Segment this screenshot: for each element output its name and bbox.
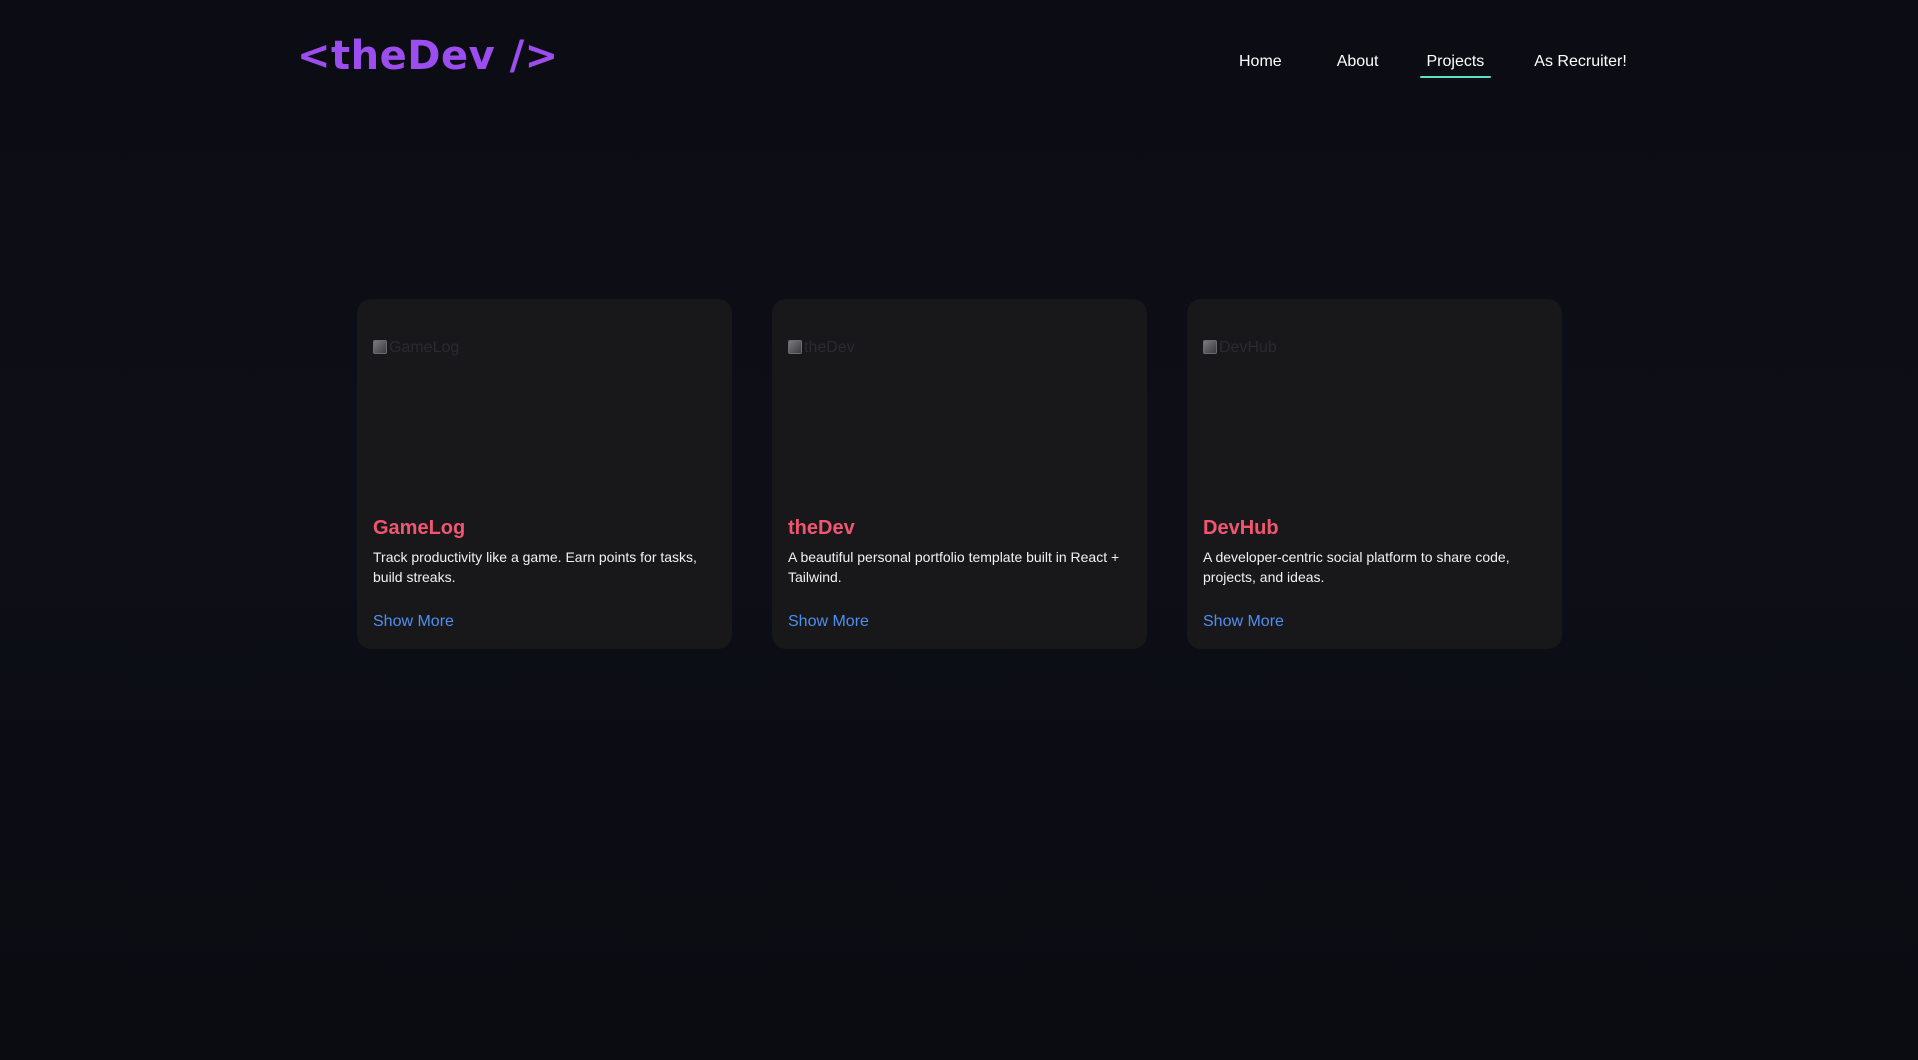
nav-home[interactable]: Home (1232, 50, 1289, 74)
project-description: Track productivity like a game. Earn poi… (373, 549, 697, 585)
project-card-devhub: DevHub DevHub A developer-centric social… (1187, 299, 1562, 649)
nav-about[interactable]: About (1330, 50, 1386, 74)
main-nav: Home About Projects As Recruiter! (1232, 50, 1634, 78)
project-image-alt: theDev (804, 339, 855, 356)
projects-grid: GameLog GameLog Track productivity like … (357, 299, 1562, 649)
project-image-alt: GameLog (389, 339, 460, 356)
site-header: <theDev /> Home About Projects As Recrui… (0, 0, 1918, 120)
nav-projects[interactable]: Projects (1419, 50, 1492, 78)
project-description: A beautiful personal portfolio template … (788, 549, 1120, 585)
project-title: DevHub (1203, 517, 1279, 539)
show-more-link[interactable]: Show More (788, 613, 869, 631)
project-image: DevHub (1203, 339, 1546, 511)
site-logo[interactable]: <theDev /> (297, 36, 559, 76)
project-card-gamelog: GameLog GameLog Track productivity like … (357, 299, 732, 649)
project-description: A developer-centric social platform to s… (1203, 549, 1510, 585)
nav-as-recruiter[interactable]: As Recruiter! (1527, 50, 1633, 74)
project-image: GameLog (373, 339, 716, 511)
show-more-link[interactable]: Show More (1203, 613, 1284, 631)
project-image-alt: DevHub (1219, 339, 1277, 356)
show-more-link[interactable]: Show More (373, 613, 454, 631)
project-title: GameLog (373, 517, 466, 539)
broken-image-icon (373, 340, 387, 354)
broken-image-icon (788, 340, 802, 354)
broken-image-icon (1203, 340, 1217, 354)
project-image: theDev (788, 339, 1131, 511)
project-card-thedev: theDev theDev A beautiful personal portf… (772, 299, 1147, 649)
project-title: theDev (788, 517, 855, 539)
